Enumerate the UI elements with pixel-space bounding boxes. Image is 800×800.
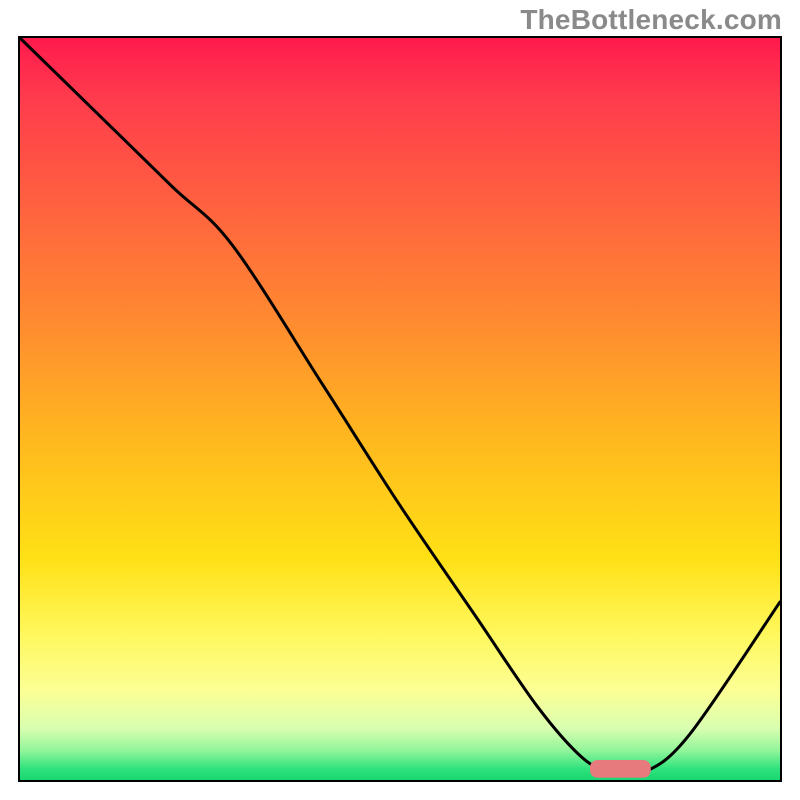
watermark-text: TheBottleneck.com <box>520 4 782 36</box>
optimal-zone-marker <box>590 760 651 778</box>
chart-stage: TheBottleneck.com <box>0 0 800 800</box>
curve-group <box>20 38 780 778</box>
plot-frame <box>18 36 782 782</box>
bottleneck-curve <box>20 38 780 776</box>
curve-svg <box>20 38 780 780</box>
